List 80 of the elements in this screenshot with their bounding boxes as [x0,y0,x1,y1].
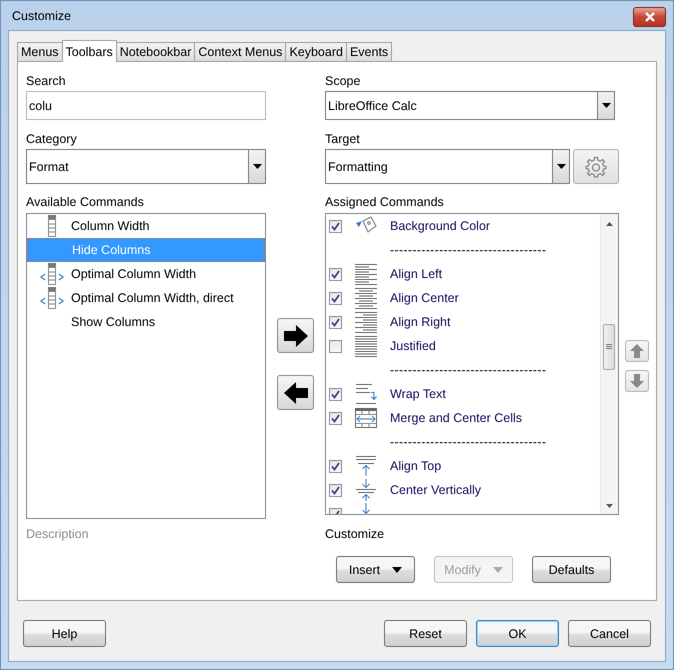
command-item[interactable]: Background Color [390,219,490,233]
description-label: Description [26,526,89,542]
command-item[interactable]: Show Columns [27,310,265,334]
add-button[interactable] [277,318,314,353]
align-center-icon [353,287,379,309]
checkbox[interactable] [329,340,342,352]
assigned-commands-label: Assigned Commands [325,194,444,210]
move-up-button[interactable] [625,340,649,362]
align-right-icon [353,311,379,333]
command-item[interactable]: Center Vertically [390,483,482,497]
tab[interactable]: Context Menus [194,42,286,61]
settings-button[interactable] [573,149,619,184]
justify-icon [353,335,379,357]
command-item[interactable]: Column Width [27,214,265,238]
up-arrow-icon [629,343,645,359]
close-icon [644,12,656,22]
target-dropdown[interactable]: Formatting [325,149,570,184]
target-label: Target [325,131,360,147]
dropdown-arrow-icon [556,164,566,169]
checkbox[interactable] [329,268,342,280]
customize-label: Customize [325,526,384,542]
search-field[interactable]: colu [26,91,266,120]
align-left-icon [353,263,379,285]
right-arrow-icon [282,324,308,348]
customize-button[interactable]: Defaults [532,556,611,583]
scope-label: Scope [325,73,360,89]
checkbox[interactable] [329,460,342,472]
command-item[interactable]: Align Right [390,315,450,329]
search-label: Search [26,73,66,89]
grip-icon [606,344,612,350]
command-item[interactable]: Optimal Column Width [27,262,265,286]
wrap-text-icon [354,383,378,405]
checkbox[interactable] [329,292,342,304]
checkbox[interactable] [329,388,342,400]
help-button[interactable]: Help [23,620,106,647]
scrollbar-thumb[interactable] [603,324,615,370]
command-item[interactable]: Wrap Text [390,387,446,401]
align-top-icon [354,455,378,477]
tab[interactable]: Toolbars [62,40,117,62]
separator-line: ----------------------------------- [390,435,546,449]
checkbox[interactable] [329,412,342,424]
center-vertically-icon [354,479,378,501]
move-down-button[interactable] [625,370,649,392]
scroll-up-icon [606,222,613,226]
scroll-down-icon [606,504,613,508]
checkbox[interactable] [329,484,342,496]
command-item[interactable]: Justified [390,339,436,353]
dropdown-arrow-icon [252,164,262,169]
tab[interactable]: Keyboard [285,42,347,61]
remove-button[interactable] [277,375,314,410]
separator-line: ----------------------------------- [390,243,546,257]
dialog-button[interactable]: Cancel [568,620,651,647]
dropdown-arrow-icon [602,103,610,108]
customize-button[interactable]: Insert [336,556,415,583]
category-dropdown[interactable]: Format [26,149,266,184]
tab[interactable]: Events [346,42,392,61]
command-item[interactable]: Merge and Center Cells [390,411,522,425]
tab[interactable]: Menus [17,42,63,61]
scope-dropdown[interactable]: LibreOffice Calc [325,91,615,120]
command-item[interactable]: Align Center [390,291,459,305]
column-width-icon [40,263,64,285]
left-arrow-icon [282,380,308,404]
column-width-icon [40,287,64,309]
command-item[interactable]: Align Top [390,459,442,473]
settings-icon [585,156,607,178]
tab[interactable]: Notebookbar [116,42,196,61]
checkbox[interactable] [329,316,342,328]
scrollbar[interactable] [600,214,618,514]
command-item[interactable]: Align Left [390,267,442,281]
down-arrow-icon [629,373,645,389]
dialog-button[interactable]: OK [476,620,559,647]
dialog-button[interactable]: Reset [384,620,467,647]
category-label: Category [26,131,77,147]
separator-line: ----------------------------------- [390,363,546,377]
merge-cells-icon [355,408,377,428]
available-commands-label: Available Commands [26,194,144,210]
window-title: Customize [12,8,72,22]
checkbox[interactable] [329,220,342,232]
close-button[interactable] [633,7,666,27]
command-item[interactable]: Optimal Column Width, direct [27,286,265,310]
